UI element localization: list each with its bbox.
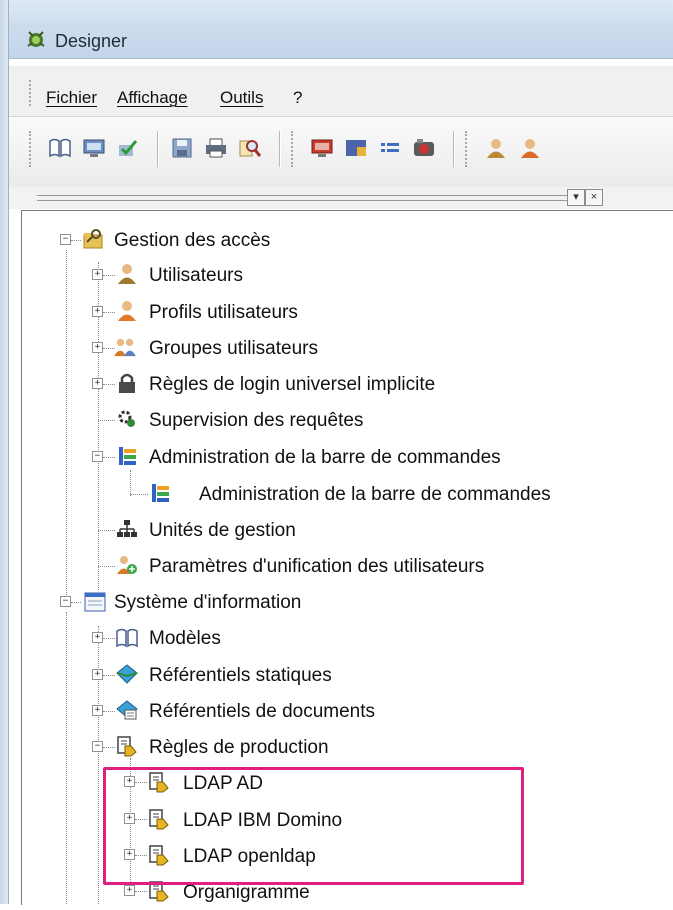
monitor-icon[interactable]	[81, 135, 107, 161]
toolbar	[9, 117, 673, 188]
panel-title-lines	[37, 195, 567, 201]
tree-line	[103, 312, 115, 313]
menu-bar: Fichier Affichage Outils ?	[9, 66, 673, 117]
tree-line	[135, 891, 147, 892]
lock-icon	[119, 373, 135, 393]
users-settings-icon	[117, 556, 137, 574]
book-icon[interactable]	[47, 135, 73, 161]
menu-fichier[interactable]: Fichier	[46, 88, 97, 108]
tree-line	[103, 675, 115, 676]
tree-line	[66, 612, 67, 904]
tree-expander[interactable]: +	[92, 669, 103, 680]
user-icon-2[interactable]	[517, 135, 543, 161]
tree-line	[103, 275, 115, 276]
tree-line	[71, 240, 81, 241]
tree-expander[interactable]: +	[92, 632, 103, 643]
save-icon[interactable]	[169, 135, 195, 161]
toolbar-separator	[453, 131, 454, 167]
tree-expander[interactable]: +	[92, 269, 103, 280]
tree-line	[103, 384, 115, 385]
user-icon[interactable]	[483, 135, 509, 161]
toolbar-grip[interactable]	[29, 131, 36, 167]
tree-line	[98, 420, 115, 421]
print-icon[interactable]	[203, 135, 229, 161]
book-icon	[116, 628, 138, 648]
toolbar-separator	[157, 131, 158, 167]
app-icon	[27, 31, 45, 47]
window-icon[interactable]	[343, 135, 369, 161]
tree-expander[interactable]: +	[124, 885, 135, 896]
org-icon	[117, 520, 137, 537]
window-frame-left	[0, 0, 9, 904]
tree-expander[interactable]: −	[60, 234, 71, 245]
menu-help[interactable]: ?	[293, 88, 302, 108]
list-icon[interactable]	[377, 135, 403, 161]
toolbar-grip[interactable]	[465, 131, 472, 167]
tree-expander[interactable]: −	[92, 741, 103, 752]
tree-expander[interactable]: +	[92, 306, 103, 317]
doc-repo-icon	[116, 700, 138, 720]
tree-expander[interactable]: −	[92, 451, 103, 462]
tree-line	[98, 530, 115, 531]
check-icon[interactable]	[115, 135, 141, 161]
tree-line	[98, 566, 115, 567]
toolbar-grip[interactable]	[291, 131, 298, 167]
screen-icon[interactable]	[309, 135, 335, 161]
tree-line	[130, 494, 148, 495]
media-icon[interactable]	[411, 135, 437, 161]
user-icon	[118, 264, 136, 284]
tree-line	[103, 638, 115, 639]
key-folder-icon	[83, 229, 103, 249]
tree-line	[103, 747, 115, 748]
panel-dropdown-button[interactable]: ▾	[567, 189, 585, 206]
tree-expander[interactable]: +	[92, 378, 103, 389]
menu-outils[interactable]: Outils	[220, 88, 263, 108]
tree-expander[interactable]: +	[92, 705, 103, 716]
tree-line	[130, 470, 131, 496]
search-icon[interactable]	[237, 135, 263, 161]
tree-expander[interactable]: +	[92, 342, 103, 353]
tree-line	[103, 711, 115, 712]
commandbar-icon	[119, 447, 136, 465]
tree-line	[98, 626, 99, 904]
tree-line	[71, 602, 81, 603]
window-icon	[84, 592, 106, 612]
rule-icon	[117, 736, 137, 757]
panel-header: ▾ ×	[9, 187, 673, 209]
commandbar-icon	[152, 484, 169, 502]
tree-line	[66, 250, 67, 601]
tree-line	[103, 457, 115, 458]
title-bar[interactable]: Designer	[9, 0, 673, 59]
toolbar-separator	[279, 131, 280, 167]
menu-affichage[interactable]: Affichage	[117, 88, 188, 108]
tree-expander[interactable]: −	[60, 596, 71, 607]
gear-icon	[118, 410, 135, 427]
highlight-box	[103, 767, 524, 885]
menu-grip[interactable]	[29, 80, 36, 106]
diamond-icon	[116, 664, 138, 684]
window-title: Designer	[55, 31, 128, 51]
profile-icon	[118, 301, 136, 321]
panel-close-button[interactable]: ×	[585, 189, 603, 206]
group-icon	[114, 338, 136, 357]
